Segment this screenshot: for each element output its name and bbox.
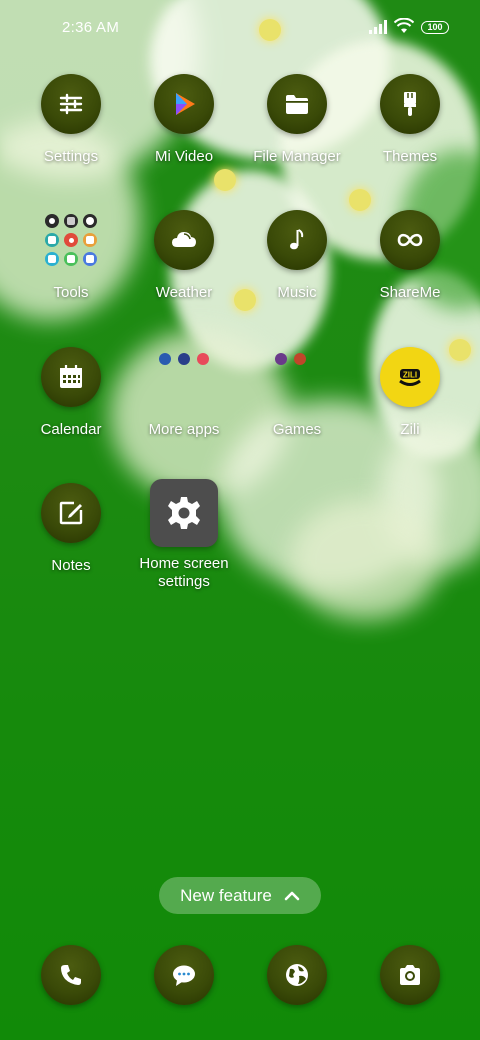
app-label: Tools xyxy=(53,284,89,301)
app-label: File Manager xyxy=(253,148,341,165)
app-label: ShareMe xyxy=(379,284,441,301)
status-time: 2:36 AM xyxy=(62,19,120,36)
app-zili[interactable]: ZILI Zili xyxy=(354,347,466,439)
compass-mini-icon xyxy=(83,252,97,266)
mail-mini-icon xyxy=(45,252,59,266)
new-feature-button[interactable]: New feature xyxy=(159,877,321,914)
app-label: Games xyxy=(272,421,322,438)
game-icon xyxy=(294,353,306,365)
scanner-mini-icon xyxy=(45,233,59,247)
app-themes[interactable]: Themes xyxy=(354,74,466,166)
app-file-manager[interactable]: File Manager xyxy=(241,74,353,166)
calculator-mini-icon xyxy=(64,214,78,228)
tools-folder-icon xyxy=(41,210,101,270)
app-music[interactable]: Music xyxy=(241,210,353,302)
app-label: Settings xyxy=(43,148,99,165)
browser-icon[interactable] xyxy=(267,945,327,1005)
notes-icon xyxy=(41,483,101,543)
facebook-icon xyxy=(178,353,190,365)
gear-icon xyxy=(150,479,218,547)
game-icon xyxy=(275,353,287,365)
security-mini-icon xyxy=(64,252,78,266)
wifi-icon xyxy=(394,18,414,33)
zili-logo-icon: ZILI xyxy=(380,347,440,407)
app-label: Themes xyxy=(382,148,438,165)
new-feature-label: New feature xyxy=(180,885,272,905)
battery-icon: 100 xyxy=(421,21,449,34)
signal-icon xyxy=(369,20,387,34)
contacts-mini-icon xyxy=(45,214,59,228)
app-weather[interactable]: Weather xyxy=(128,210,240,302)
app-label: Music xyxy=(277,284,317,301)
app-label: Notes xyxy=(51,557,91,574)
app-shareme[interactable]: ShareMe xyxy=(354,210,466,302)
folder-tools[interactable]: Tools xyxy=(15,210,127,302)
camera-icon[interactable] xyxy=(380,945,440,1005)
folder-more-apps[interactable]: More apps xyxy=(128,347,240,439)
play-icon xyxy=(154,74,214,134)
folder-games[interactable]: Games xyxy=(241,347,353,439)
app-label: Weather xyxy=(155,284,213,301)
app-label: Home screen settings xyxy=(139,555,229,590)
app-settings[interactable]: Settings xyxy=(15,74,127,166)
app-calendar[interactable]: Calendar xyxy=(15,347,127,439)
more-apps-folder-icon xyxy=(154,347,214,407)
mini-app-icon xyxy=(197,353,209,365)
status-bar: 2:36 AM 100 xyxy=(0,0,480,56)
app-mi-video[interactable]: Mi Video xyxy=(128,74,240,166)
app-label: More apps xyxy=(148,421,220,438)
app-notes[interactable]: Notes xyxy=(15,483,127,575)
app-label: Zili xyxy=(400,421,420,438)
games-folder-icon xyxy=(267,347,327,407)
calendar-icon xyxy=(41,347,101,407)
paintbrush-icon xyxy=(380,74,440,134)
app-label: Calendar xyxy=(40,421,102,438)
mini-app-icon xyxy=(159,353,171,365)
gallery-mini-icon xyxy=(83,233,97,247)
messages-icon[interactable] xyxy=(154,945,214,1005)
clock-mini-icon xyxy=(83,214,97,228)
phone-icon[interactable] xyxy=(41,945,101,1005)
chevron-up-icon xyxy=(284,891,300,900)
folder-icon xyxy=(267,74,327,134)
infinity-icon xyxy=(380,210,440,270)
recorder-mini-icon xyxy=(64,233,78,247)
sliders-icon xyxy=(41,74,101,134)
svg-text:ZILI: ZILI xyxy=(403,371,417,380)
cloud-icon xyxy=(154,210,214,270)
app-home-screen-settings[interactable]: Home screen settings xyxy=(128,479,240,591)
app-label: Mi Video xyxy=(154,148,214,165)
music-note-icon xyxy=(267,210,327,270)
